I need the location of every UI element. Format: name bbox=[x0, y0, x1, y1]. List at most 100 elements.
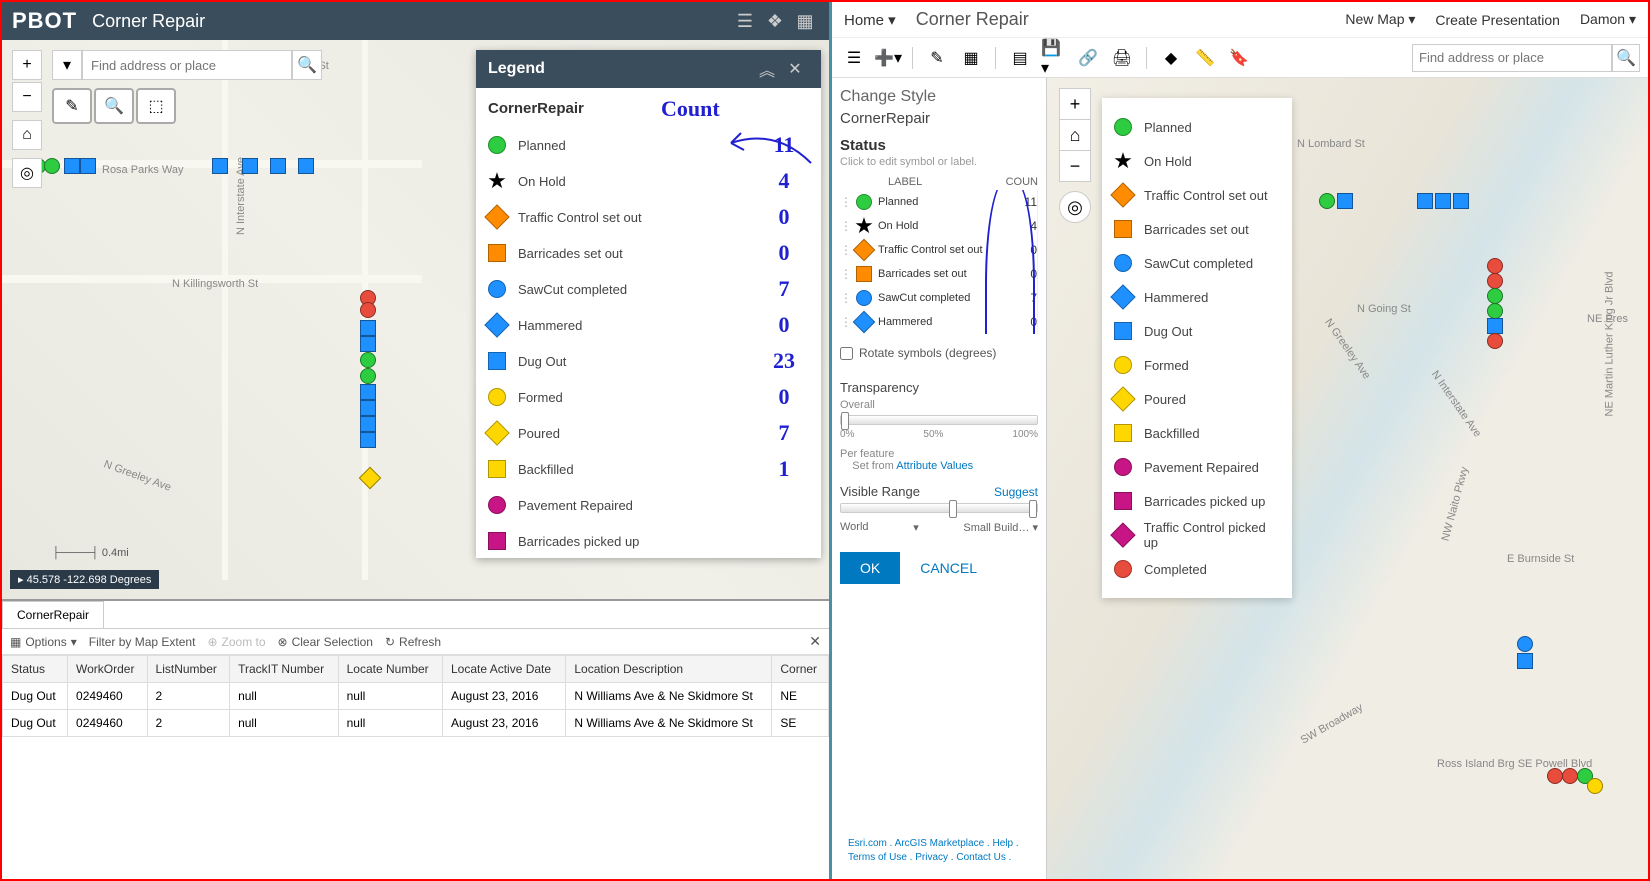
cancel-button[interactable]: CANCEL bbox=[920, 560, 977, 576]
legend-label: Backfilled bbox=[518, 462, 574, 477]
locate-button[interactable]: ◎ bbox=[12, 158, 42, 188]
ok-button[interactable]: OK bbox=[840, 552, 900, 584]
search-button[interactable]: 🔍 bbox=[292, 50, 322, 80]
basemap-icon[interactable]: ▦ bbox=[791, 7, 819, 35]
legend-item: Traffic Control set out bbox=[1114, 178, 1280, 212]
locate-button[interactable]: ◎ bbox=[1059, 191, 1091, 223]
create-presentation-link[interactable]: Create Presentation bbox=[1435, 12, 1560, 28]
legend-item: ★ On Hold bbox=[1114, 144, 1280, 178]
style-row[interactable]: ⋮ Barricades set out 0 bbox=[840, 262, 1037, 286]
search-input[interactable] bbox=[1412, 44, 1612, 72]
pbot-header: PBOT Corner Repair ☰ ❖ ▦ bbox=[2, 2, 829, 40]
zoom-out-button[interactable]: − bbox=[12, 82, 42, 112]
table-row[interactable]: Dug Out02494602nullnullAugust 23, 2016N … bbox=[3, 710, 829, 737]
column-header[interactable]: Locate Number bbox=[338, 656, 442, 683]
search-button[interactable]: 🔍 bbox=[1612, 44, 1640, 72]
share-icon[interactable]: 🔗 bbox=[1074, 44, 1102, 72]
measure-icon[interactable]: 📏 bbox=[1191, 44, 1219, 72]
close-icon[interactable]: ✕ bbox=[781, 55, 809, 83]
attribute-table: CornerRepair ▦ Options ▾ Filter by Map E… bbox=[2, 599, 829, 879]
attr-tab[interactable]: CornerRepair bbox=[2, 601, 104, 628]
column-header[interactable]: Location Description bbox=[566, 656, 772, 683]
app-title: Corner Repair bbox=[92, 11, 205, 32]
style-symbol-list[interactable]: ⋮ Planned 11 ⋮ ★ On Hold 4 ⋮ Traffic Con… bbox=[840, 190, 1038, 334]
legend-title: Legend bbox=[488, 60, 753, 78]
panel-title: Change Style bbox=[840, 88, 1038, 106]
new-map-menu[interactable]: New Map ▾ bbox=[1345, 11, 1415, 28]
add-icon[interactable]: ➕▾ bbox=[874, 44, 902, 72]
drag-handle-icon[interactable]: ⋮ bbox=[840, 315, 850, 329]
layers-icon[interactable]: ❖ bbox=[761, 7, 789, 35]
collapse-icon[interactable]: ︽ bbox=[753, 55, 781, 83]
suggest-link[interactable]: Suggest bbox=[994, 485, 1038, 499]
transparency-slider[interactable] bbox=[840, 415, 1038, 425]
legend-panel: Legend ︽ ✕ CornerRepair Count Planned 11… bbox=[476, 50, 821, 558]
rotate-symbols-checkbox[interactable]: Rotate symbols (degrees) bbox=[840, 346, 1038, 360]
search-source-dropdown[interactable]: ▾ bbox=[52, 50, 82, 80]
legend-item: Barricades picked up bbox=[488, 523, 809, 558]
attribute-values-link[interactable]: Attribute Values bbox=[896, 460, 973, 472]
drag-handle-icon[interactable]: ⋮ bbox=[840, 243, 850, 257]
bookmarks-icon[interactable]: 🔖 bbox=[1225, 44, 1253, 72]
style-hint: Click to edit symbol or label. bbox=[840, 156, 1038, 168]
legend-label: SawCut completed bbox=[518, 282, 627, 297]
style-row[interactable]: ⋮ Planned 11 bbox=[840, 190, 1037, 214]
options-menu[interactable]: ▦ Options ▾ bbox=[10, 635, 77, 649]
arcgis-online: Home ▾ Corner Repair New Map ▾ Create Pr… bbox=[832, 2, 1648, 879]
query-tool[interactable]: 🔍 bbox=[94, 88, 134, 124]
legend-label: Pavement Repaired bbox=[518, 498, 633, 513]
home-button[interactable]: ⌂ bbox=[12, 120, 42, 150]
close-icon[interactable]: ✕ bbox=[809, 633, 821, 650]
legend-item: Dug Out 23 bbox=[488, 343, 809, 379]
drag-handle-icon[interactable]: ⋮ bbox=[840, 291, 850, 305]
visible-range-slider[interactable] bbox=[840, 503, 1038, 513]
column-header[interactable]: ListNumber bbox=[147, 656, 230, 683]
style-row[interactable]: ⋮ ★ On Hold 4 bbox=[840, 214, 1037, 238]
zoom-in-button[interactable]: + bbox=[1059, 88, 1091, 120]
column-header[interactable]: WorkOrder bbox=[68, 656, 148, 683]
legend-item: Formed 0 bbox=[488, 379, 809, 415]
print-icon[interactable]: 🖨 bbox=[1108, 44, 1136, 72]
basemap-icon[interactable]: ▦ bbox=[957, 44, 985, 72]
style-row[interactable]: ⋮ SawCut completed 7 bbox=[840, 286, 1037, 310]
legend-item: Traffic Control picked up bbox=[1114, 518, 1280, 552]
zoom-in-button[interactable]: + bbox=[12, 50, 42, 80]
home-button[interactable]: ⌂ bbox=[1059, 119, 1091, 151]
data-grid[interactable]: StatusWorkOrderListNumberTrackIT NumberL… bbox=[2, 655, 829, 737]
drag-handle-icon[interactable]: ⋮ bbox=[840, 219, 850, 233]
drag-handle-icon[interactable]: ⋮ bbox=[840, 195, 850, 209]
style-row[interactable]: ⋮ Hammered 0 bbox=[840, 310, 1037, 334]
home-menu[interactable]: Home ▾ bbox=[844, 11, 896, 29]
refresh-button[interactable]: ↻ Refresh bbox=[385, 635, 441, 649]
column-header[interactable]: Locate Active Date bbox=[443, 656, 566, 683]
search-input[interactable] bbox=[82, 50, 292, 80]
edit-icon[interactable]: ✎ bbox=[923, 44, 951, 72]
column-header[interactable]: TrackIT Number bbox=[230, 656, 339, 683]
style-row[interactable]: ⋮ Traffic Control set out 0 bbox=[840, 238, 1037, 262]
legend-item: Poured bbox=[1114, 382, 1280, 416]
clear-selection-button[interactable]: ⊗ Clear Selection bbox=[278, 635, 373, 649]
save-icon[interactable]: 💾▾ bbox=[1040, 44, 1068, 72]
table-row[interactable]: Dug Out02494602nullnullAugust 23, 2016N … bbox=[3, 683, 829, 710]
map-view-left[interactable]: Rosa Parks Way N Killingsworth St N Inte… bbox=[2, 40, 829, 599]
select-tool[interactable]: ⬚ bbox=[136, 88, 176, 124]
edit-tool[interactable]: ✎ bbox=[52, 88, 92, 124]
zoom-out-button[interactable]: − bbox=[1059, 150, 1091, 182]
footer-links[interactable]: Esri.com . ArcGIS Marketplace . Help . T… bbox=[840, 833, 1038, 869]
pbot-logo: PBOT bbox=[12, 8, 77, 34]
coords-display: ▸ 45.578 -122.698 Degrees bbox=[10, 570, 159, 589]
map-view-right[interactable]: N Lombard St N Willamette Blvd N Going S… bbox=[1047, 78, 1648, 879]
drag-handle-icon[interactable]: ⋮ bbox=[840, 267, 850, 281]
legend-item: Backfilled bbox=[1114, 416, 1280, 450]
legend-icon[interactable]: ☰ bbox=[731, 7, 759, 35]
column-header[interactable]: Status bbox=[3, 656, 68, 683]
filter-extent-button[interactable]: Filter by Map Extent bbox=[89, 635, 196, 649]
user-menu[interactable]: Damon ▾ bbox=[1580, 11, 1636, 28]
details-icon[interactable]: ☰ bbox=[840, 44, 868, 72]
legend-label: Formed bbox=[518, 390, 563, 405]
scale-bar: ├────┤ 0.4mi bbox=[52, 547, 129, 559]
directions-icon[interactable]: ◆ bbox=[1157, 44, 1185, 72]
zoom-to-button[interactable]: ⊕ Zoom to bbox=[207, 635, 265, 649]
column-header[interactable]: Corner bbox=[772, 656, 829, 683]
analysis-icon[interactable]: ▤ bbox=[1006, 44, 1034, 72]
